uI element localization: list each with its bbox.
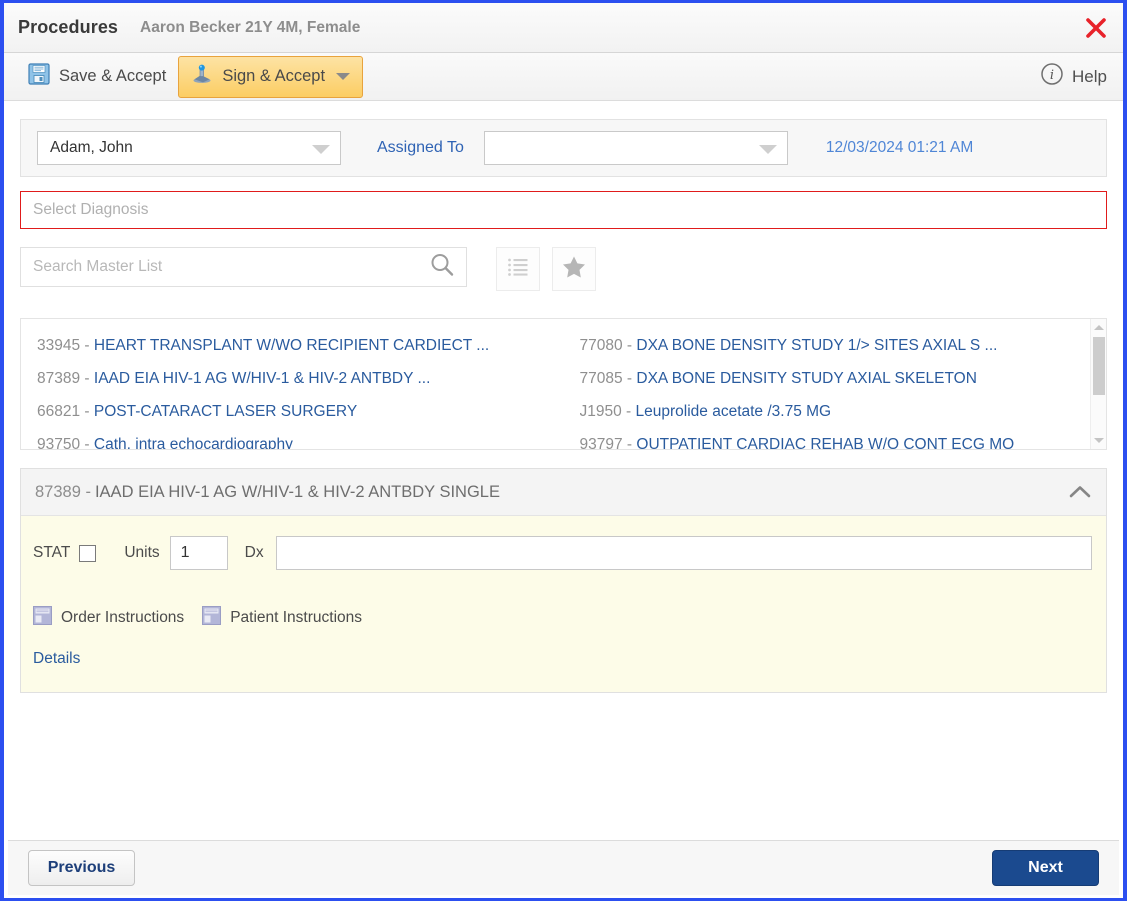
- help-button[interactable]: i Help: [1040, 62, 1107, 91]
- provider-bar: Adam, John Assigned To 12/03/2024 01:21 …: [20, 119, 1107, 177]
- list-item[interactable]: 87389 - IAAD EIA HIV-1 AG W/HIV-1 & HIV-…: [37, 362, 564, 395]
- dialog-content: Adam, John Assigned To 12/03/2024 01:21 …: [4, 119, 1123, 693]
- save-and-accept-label: Save & Accept: [59, 67, 167, 85]
- next-button[interactable]: Next: [992, 850, 1099, 886]
- procedures-dialog: Procedures Aaron Becker 21Y 4M, Female S…: [0, 0, 1127, 901]
- list-item[interactable]: 77085 - DXA BONE DENSITY STUDY AXIAL SKE…: [580, 362, 1107, 395]
- result-name: DXA BONE DENSITY STUDY 1/> SITES AXIAL S…: [636, 337, 998, 354]
- select-diagnosis-input[interactable]: Select Diagnosis: [20, 191, 1107, 229]
- search-placeholder: Search Master List: [33, 258, 163, 275]
- close-icon[interactable]: [1083, 15, 1109, 41]
- details-link[interactable]: Details: [33, 650, 80, 668]
- selected-order-title: IAAD EIA HIV-1 AG W/HIV-1 & HIV-2 ANTBDY…: [94, 482, 500, 501]
- order-instructions-button[interactable]: Order Instructions: [33, 606, 184, 630]
- patient-instructions-label: Patient Instructions: [230, 609, 363, 626]
- assigned-to-label: Assigned To: [377, 139, 464, 156]
- scroll-down-icon[interactable]: [1094, 438, 1104, 443]
- sign-and-accept-button[interactable]: Sign & Accept: [178, 55, 364, 98]
- result-code: 66821: [37, 403, 81, 420]
- svg-text:i: i: [1050, 68, 1054, 83]
- result-code: 77085: [579, 370, 623, 387]
- list-item[interactable]: 93797 - OUTPATIENT CARDIAC REHAB W/O CON…: [579, 428, 1107, 450]
- document-icon: [202, 606, 222, 630]
- instructions-row: Order Instructions Patient Instructions: [33, 606, 1092, 630]
- previous-button[interactable]: Previous: [28, 850, 135, 886]
- selected-order-code: 87389 -: [35, 482, 91, 501]
- next-button-label: Next: [1028, 859, 1063, 876]
- sign-and-accept-label: Sign & Accept: [222, 67, 326, 85]
- document-icon: [33, 606, 52, 630]
- result-name: HEART TRANSPLANT W/WO RECIPIENT CARDIECT…: [93, 337, 490, 354]
- result-code: 93797: [579, 436, 623, 450]
- list-item[interactable]: 93750 - Cath, intra echocardiography: [37, 428, 564, 450]
- result-code: 77080: [579, 337, 623, 354]
- search-master-list-input[interactable]: Search Master List: [20, 247, 467, 287]
- selected-order-panel: 87389 - IAAD EIA HIV-1 AG W/HIV-1 & HIV-…: [20, 468, 1107, 693]
- chevron-down-icon: [758, 145, 777, 154]
- results-scrollbar[interactable]: [1090, 319, 1106, 449]
- provider-select-value: Adam, John: [50, 139, 133, 156]
- assigned-to-select[interactable]: [483, 131, 788, 165]
- result-name: POST-CATARACT LASER SURGERY: [93, 403, 358, 420]
- result-name: OUTPATIENT CARDIAC REHAB W/O CONT ECG MO: [636, 436, 1015, 450]
- page-title: Procedures: [18, 17, 119, 37]
- stat-checkbox[interactable]: [79, 544, 97, 562]
- dx-input[interactable]: [275, 536, 1092, 570]
- order-instructions-label: Order Instructions: [61, 609, 185, 626]
- dialog-toolbar: Save & Accept Sign & Accept i Help: [4, 53, 1123, 101]
- collapse-panel-button[interactable]: [1054, 469, 1106, 515]
- selected-order-body: STAT Units 1 Dx Order Instructions Patie…: [21, 516, 1106, 692]
- units-label: Units: [124, 544, 160, 561]
- selected-order-header[interactable]: 87389 - IAAD EIA HIV-1 AG W/HIV-1 & HIV-…: [21, 469, 1106, 516]
- result-name: Cath, intra echocardiography: [93, 436, 293, 450]
- units-value: 1: [180, 544, 190, 561]
- result-code: 87389: [37, 370, 81, 387]
- previous-button-label: Previous: [47, 859, 116, 876]
- search-icon[interactable]: [428, 251, 456, 284]
- help-label: Help: [1072, 66, 1107, 86]
- master-list-button[interactable]: [496, 247, 540, 291]
- scrollbar-thumb[interactable]: [1093, 337, 1105, 395]
- order-options-row: STAT Units 1 Dx: [33, 536, 1092, 570]
- patient-instructions-button[interactable]: Patient Instructions: [202, 606, 362, 630]
- list-item[interactable]: J1950 - Leuprolide acetate /3.75 MG: [580, 395, 1107, 428]
- units-input[interactable]: 1: [169, 536, 228, 570]
- info-icon: i: [1040, 62, 1064, 91]
- dialog-titlebar: Procedures Aaron Becker 21Y 4M, Female: [4, 3, 1123, 53]
- results-column-right: 77080 - DXA BONE DENSITY STUDY 1/> SITES…: [564, 329, 1107, 450]
- save-and-accept-button[interactable]: Save & Accept: [16, 54, 178, 100]
- chevron-down-icon[interactable]: [336, 73, 351, 80]
- result-name: DXA BONE DENSITY STUDY AXIAL SKELETON: [636, 370, 977, 387]
- stat-label: STAT: [33, 544, 71, 561]
- chevron-down-icon: [312, 145, 330, 154]
- scroll-up-icon[interactable]: [1094, 325, 1104, 330]
- list-item[interactable]: 33945 - HEART TRANSPLANT W/WO RECIPIENT …: [37, 329, 564, 362]
- dx-label: Dx: [244, 544, 264, 561]
- patient-banner: Aaron Becker 21Y 4M, Female: [140, 18, 361, 36]
- list-item[interactable]: 77080 - DXA BONE DENSITY STUDY 1/> SITES…: [580, 329, 1107, 362]
- signature-stamp-icon: [191, 63, 213, 90]
- order-timestamp: 12/03/2024 01:21 AM: [825, 139, 974, 156]
- result-name: IAAD EIA HIV-1 AG W/HIV-1 & HIV-2 ANTBDY…: [93, 370, 431, 387]
- result-code: J1950: [579, 403, 622, 420]
- favorites-button[interactable]: [552, 247, 596, 291]
- list-item[interactable]: 66821 - POST-CATARACT LASER SURGERY: [37, 395, 564, 428]
- master-list-results: 33945 - HEART TRANSPLANT W/WO RECIPIENT …: [20, 318, 1107, 450]
- result-code: 93750: [37, 436, 81, 450]
- results-column-left: 33945 - HEART TRANSPLANT W/WO RECIPIENT …: [21, 329, 564, 450]
- provider-select[interactable]: Adam, John: [37, 131, 341, 165]
- dialog-footer: Previous Next: [8, 840, 1119, 895]
- select-diagnosis-placeholder: Select Diagnosis: [33, 201, 149, 218]
- star-icon: [561, 254, 587, 285]
- list-icon: [506, 255, 530, 284]
- result-code: 33945: [37, 337, 81, 354]
- save-disk-icon: [28, 63, 50, 90]
- result-name: Leuprolide acetate /3.75 MG: [635, 403, 832, 420]
- search-row: Search Master List: [20, 247, 1107, 291]
